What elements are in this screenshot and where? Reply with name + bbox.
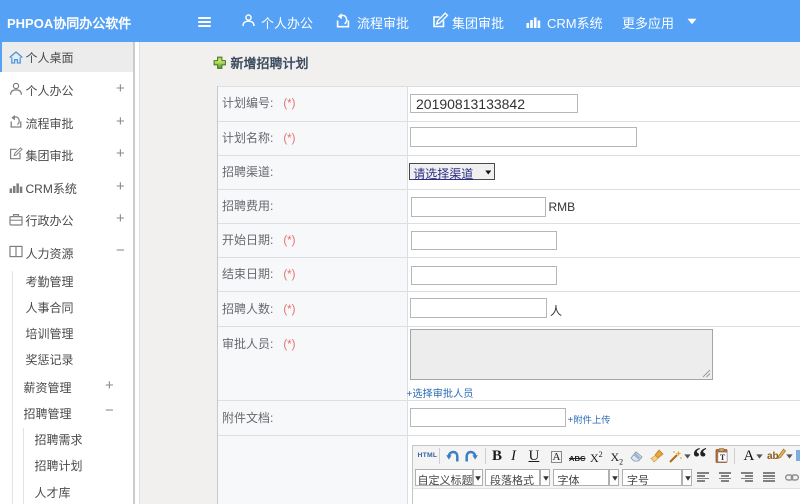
svg-text:T: T (719, 453, 725, 462)
